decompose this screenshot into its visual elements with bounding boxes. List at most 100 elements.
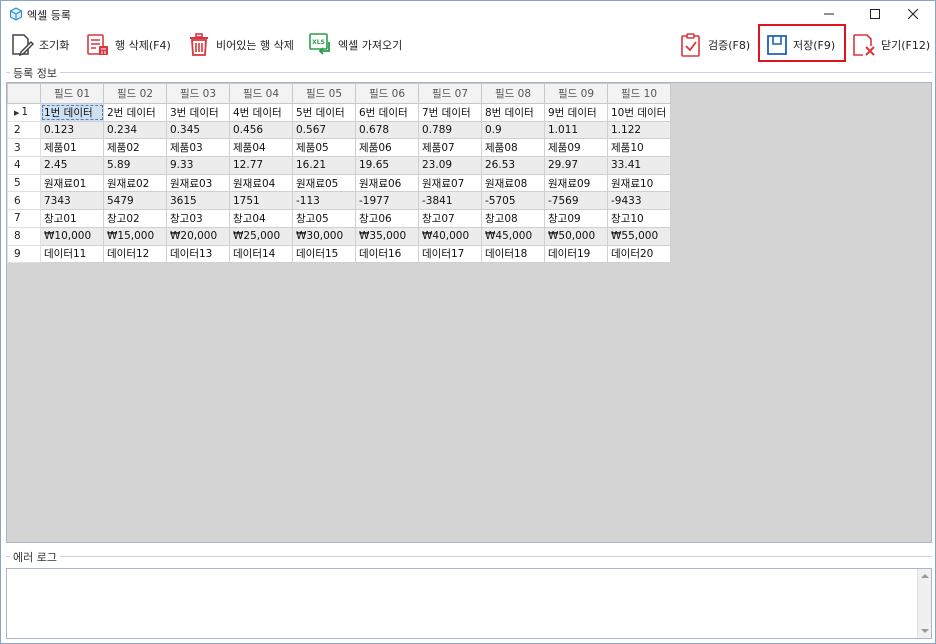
scroll-down-arrow-icon[interactable] [921, 629, 929, 633]
grid-cell[interactable]: 창고05 [292, 209, 356, 228]
grid-cell[interactable]: 2번 데이터 [103, 103, 167, 122]
row-header[interactable]: 7 [7, 209, 41, 228]
row-header[interactable]: 8 [7, 226, 41, 246]
import-excel-button[interactable]: XLS 엑셀 가져오기 [308, 29, 402, 61]
grid-cell[interactable]: 창고06 [355, 209, 419, 228]
grid-cell[interactable]: 1.122 [607, 120, 671, 140]
error-log-scrollbar[interactable] [917, 569, 931, 638]
grid-cell[interactable]: 제품06 [355, 138, 419, 158]
grid-cell[interactable]: 원재료06 [355, 173, 419, 193]
grid-cell[interactable]: 제품10 [607, 138, 671, 158]
grid-cell[interactable]: 26.53 [481, 156, 545, 175]
grid-cell[interactable]: ₩20,000 [166, 226, 230, 246]
grid-cell[interactable]: 데이터12 [103, 244, 167, 264]
grid-cell[interactable]: 원재료02 [103, 173, 167, 193]
grid-cell[interactable]: 1.011 [544, 120, 608, 140]
grid-cell[interactable]: ₩45,000 [481, 226, 545, 246]
grid-cell[interactable]: 창고07 [418, 209, 482, 228]
row-header[interactable]: 9 [7, 244, 41, 264]
grid-cell[interactable]: 3615 [166, 191, 230, 211]
grid-cell[interactable]: 데이터16 [355, 244, 419, 264]
table-row[interactable]: 3 제품01 제품02 제품03 제품04 제품05 제품06 제품07 제품08 제품09 제품1… [7, 138, 671, 158]
row-header[interactable]: ▶ 1 [7, 103, 41, 122]
grid-cell[interactable]: 8번 데이터 [481, 103, 545, 122]
grid-cell[interactable]: 9.33 [166, 156, 230, 175]
table-row[interactable]: 2 0.123 0.234 0.345 0.456 0.567 0.678 0.789 0.9 1… [7, 120, 671, 140]
grid-cell[interactable]: -7569 [544, 191, 608, 211]
grid-cell[interactable]: 데이터18 [481, 244, 545, 264]
grid-cell[interactable]: 창고01 [40, 209, 104, 228]
grid-cell[interactable]: 1751 [229, 191, 293, 211]
grid-cell[interactable]: 3번 데이터 [166, 103, 230, 122]
grid-cell[interactable]: ₩10,000 [40, 226, 104, 246]
grid-cell[interactable]: -1977 [355, 191, 419, 211]
grid-cell[interactable]: 4번 데이터 [229, 103, 293, 122]
grid-cell[interactable]: 7343 [40, 191, 104, 211]
grid-cell[interactable]: 12.77 [229, 156, 293, 175]
grid-cell[interactable]: -3841 [418, 191, 482, 211]
table-row[interactable]: 7 창고01 창고02 창고03 창고04 창고05 창고06 창고07 창고08 창고09 창고1… [7, 209, 671, 228]
grid-cell[interactable]: 창고04 [229, 209, 293, 228]
grid-cell[interactable]: 원재료04 [229, 173, 293, 193]
table-row[interactable]: 9 데이터11 데이터12 데이터13 데이터14 데이터15 데이터16 데이터17 데이터1… [7, 244, 671, 264]
column-header[interactable]: 필드 04 [229, 83, 293, 104]
grid-cell[interactable]: 1번 데이터 [40, 103, 104, 122]
reset-button[interactable]: 조기화 [9, 29, 69, 61]
grid-cell[interactable]: -113 [292, 191, 356, 211]
grid-cell[interactable]: 제품01 [40, 138, 104, 158]
grid-cell[interactable]: 데이터20 [607, 244, 671, 264]
row-header[interactable]: 3 [7, 138, 41, 158]
grid-cell[interactable]: 데이터15 [292, 244, 356, 264]
grid-cell[interactable]: ₩30,000 [292, 226, 356, 246]
grid-cell[interactable]: 데이터17 [418, 244, 482, 264]
grid-cell[interactable]: -5705 [481, 191, 545, 211]
grid-cell[interactable]: 데이터13 [166, 244, 230, 264]
delete-row-button[interactable]: 행 삭제(F4) [85, 29, 171, 61]
column-header[interactable]: 필드 01 [40, 83, 104, 104]
grid-cell[interactable]: 5479 [103, 191, 167, 211]
grid-cell[interactable]: 제품07 [418, 138, 482, 158]
grid-cell[interactable]: 제품02 [103, 138, 167, 158]
grid-cell[interactable]: 2.45 [40, 156, 104, 175]
grid-cell[interactable]: 제품05 [292, 138, 356, 158]
row-header[interactable]: 6 [7, 191, 41, 211]
grid-cell[interactable]: ₩15,000 [103, 226, 167, 246]
grid-cell[interactable]: ₩50,000 [544, 226, 608, 246]
column-header[interactable]: 필드 10 [607, 83, 671, 104]
grid-cell[interactable]: 0.678 [355, 120, 419, 140]
grid-cell[interactable]: 원재료07 [418, 173, 482, 193]
grid-cell[interactable]: 29.97 [544, 156, 608, 175]
grid-cell[interactable]: 10번 데이터 [607, 103, 671, 122]
close-button[interactable]: 닫기(F12) [851, 29, 930, 61]
grid-cell[interactable]: 0.9 [481, 120, 545, 140]
grid-cell[interactable]: 제품09 [544, 138, 608, 158]
row-header[interactable]: 4 [7, 156, 41, 175]
grid-cell[interactable]: 7번 데이터 [418, 103, 482, 122]
grid-cell[interactable]: 원재료10 [607, 173, 671, 193]
grid-cell[interactable]: 6번 데이터 [355, 103, 419, 122]
grid-cell[interactable]: 0.456 [229, 120, 293, 140]
grid-cell[interactable]: ₩40,000 [418, 226, 482, 246]
table-row[interactable]: 6 7343 5479 3615 1751 -113 -1977 -3841 -5705 -756… [7, 191, 671, 211]
table-row[interactable]: 5 원재료01 원재료02 원재료03 원재료04 원재료05 원재료06 원재료07 원재료0… [7, 173, 671, 193]
table-row[interactable]: 8 ₩10,000 ₩15,000 ₩20,000 ₩25,000 ₩30,000 ₩35,… [7, 226, 671, 246]
grid-cell[interactable]: ₩25,000 [229, 226, 293, 246]
grid-cell[interactable]: 0.123 [40, 120, 104, 140]
grid-cell[interactable]: -9433 [607, 191, 671, 211]
grid-cell[interactable]: 0.567 [292, 120, 356, 140]
grid-cell[interactable]: 제품08 [481, 138, 545, 158]
table-row[interactable]: ▶ 1 1번 데이터 2번 데이터 3번 데이터 4번 데이터 5번 데이터 6번 데이터 7번… [7, 103, 671, 122]
row-header[interactable]: 2 [7, 120, 41, 140]
column-header[interactable]: 필드 07 [418, 83, 482, 104]
grid-cell[interactable]: 19.65 [355, 156, 419, 175]
grid-cell[interactable]: 원재료09 [544, 173, 608, 193]
grid-cell[interactable]: 23.09 [418, 156, 482, 175]
column-header[interactable]: 필드 06 [355, 83, 419, 104]
grid-cell[interactable]: 창고02 [103, 209, 167, 228]
grid-cell[interactable]: 33.41 [607, 156, 671, 175]
grid-cell[interactable]: 16.21 [292, 156, 356, 175]
row-header[interactable]: 5 [7, 173, 41, 193]
scroll-up-arrow-icon[interactable] [921, 574, 929, 578]
delete-empty-rows-button[interactable]: 비어있는 행 삭제 [186, 29, 294, 61]
table-row[interactable]: 4 2.45 5.89 9.33 12.77 16.21 19.65 23.09 26.53 29… [7, 156, 671, 175]
